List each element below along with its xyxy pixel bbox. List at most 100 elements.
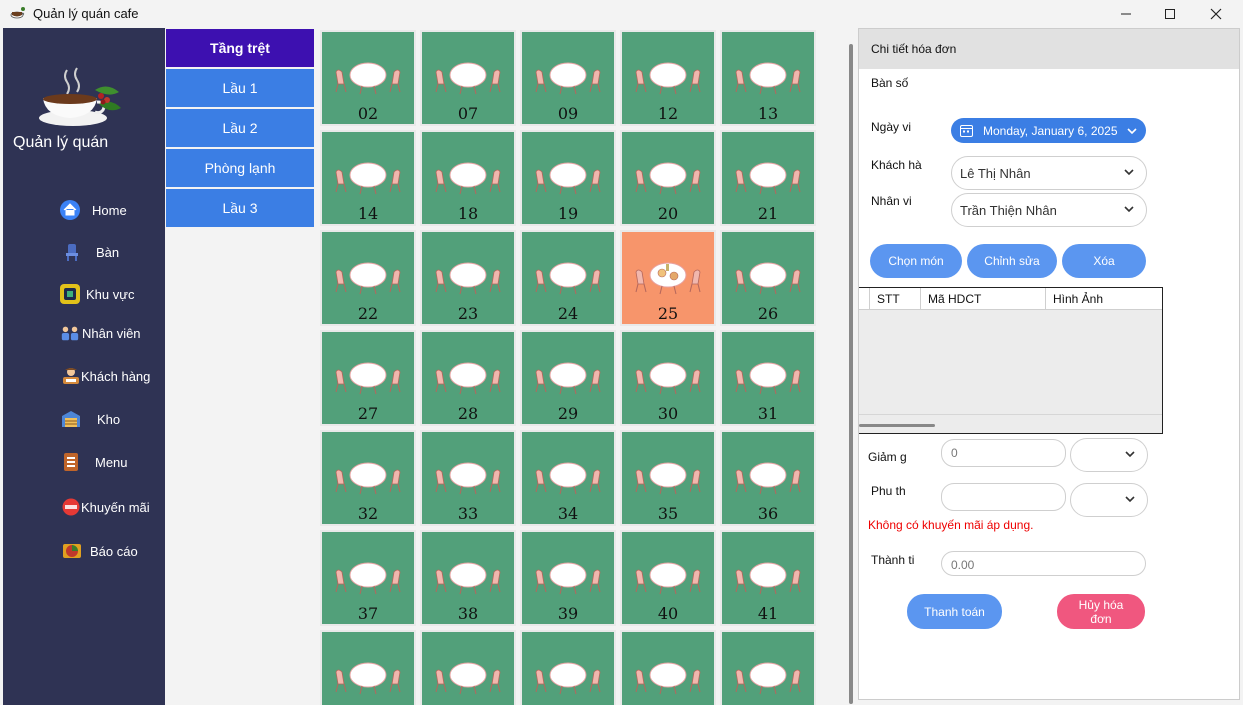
surcharge-type-select[interactable] [1070,483,1148,517]
coffee-logo-icon [39,67,121,126]
floor-lau-2[interactable]: Lầu 2 [166,109,314,147]
floor-lau-3[interactable]: Lầu 3 [166,189,314,227]
table-cell[interactable] [420,630,516,705]
pay-button[interactable]: Thanh toán [907,594,1002,629]
date-value: Monday, January 6, 2025 [983,124,1118,138]
table-number: 31 [757,404,779,423]
table-cell[interactable]: 20 [620,130,716,226]
dining-table-icon [432,658,504,698]
table-icon [62,242,82,262]
table-cell[interactable]: 39 [520,530,616,626]
invoice-detail-table[interactable]: STT Mã HDCT Hình Ảnh [859,287,1163,434]
table-cell[interactable]: 19 [520,130,616,226]
table-cell[interactable]: 37 [320,530,416,626]
date-picker[interactable]: Monday, January 6, 2025 [951,118,1146,143]
table-header: STT Mã HDCT Hình Ảnh [859,288,1162,310]
total-input[interactable]: 0.00 [941,551,1146,576]
dining-table-icon [332,658,404,698]
discount-type-select[interactable] [1070,438,1148,472]
table-cell[interactable]: 40 [620,530,716,626]
table-cell[interactable]: 14 [320,130,416,226]
window-title: Quản lý quán cafe [33,6,139,21]
table-cell[interactable]: 21 [720,130,816,226]
table-cell[interactable] [520,630,616,705]
table-number: 38 [457,604,479,623]
minimize-icon [1121,13,1131,15]
column-divider [920,288,921,310]
table-cell[interactable]: 12 [620,30,716,126]
table-cell[interactable]: 09 [520,30,616,126]
customer-select[interactable]: Lê Thị Nhân [951,156,1147,190]
nav-report[interactable]: Báo cáo [3,535,165,567]
nav-table-label: Bàn [96,244,120,260]
column-hinh-anh[interactable]: Hình Ảnh [1053,292,1103,306]
brand-name: Quản lý quán [13,134,109,151]
total-value: 0.00 [951,558,975,572]
table-cell[interactable]: 29 [520,330,616,426]
chevron-down-icon [1124,206,1134,213]
nav-home[interactable]: Home [3,194,165,226]
table-number: 25 [657,304,679,323]
table-horizontal-scrollbar[interactable] [859,424,935,427]
column-stt[interactable]: STT [877,292,900,306]
cancel-invoice-button[interactable]: Hủy hóa đơn [1057,594,1145,629]
table-cell[interactable]: 27 [320,330,416,426]
table-number: 39 [557,604,579,623]
column-ma-hdct[interactable]: Mã HDCT [928,292,981,306]
dining-table-icon [432,358,504,398]
table-cell[interactable]: 30 [620,330,716,426]
table-cell[interactable] [720,630,816,705]
table-cell[interactable]: 31 [720,330,816,426]
staff-select[interactable]: Trần Thiện Nhân [951,193,1147,227]
edit-button[interactable]: Chỉnh sửa [967,244,1057,278]
table-number: 36 [757,504,779,523]
nav-staff[interactable]: Nhân viên [3,317,165,349]
nav-table[interactable]: Bàn [3,236,165,268]
staff-label: Nhân vi [871,194,912,208]
dining-table-icon [332,358,404,398]
table-cell[interactable]: 38 [420,530,516,626]
table-cell[interactable]: 24 [520,230,616,326]
table-cell[interactable]: 13 [720,30,816,126]
table-number: 28 [457,404,479,423]
area-icon [60,284,80,304]
table-cell[interactable] [620,630,716,705]
floor-lau-1[interactable]: Lầu 1 [166,69,314,107]
table-number: 23 [457,304,479,323]
table-cell[interactable]: 36 [720,430,816,526]
table-cell[interactable]: 26 [720,230,816,326]
table-cell[interactable] [320,630,416,705]
close-button[interactable] [1193,0,1239,28]
choose-dish-button[interactable]: Chọn món [870,244,962,278]
floor-tang-tret[interactable]: Tầng trệt [166,29,314,67]
surcharge-input[interactable] [941,483,1066,511]
table-cell[interactable]: 18 [420,130,516,226]
nav-promotion[interactable]: Khuyến mãi [3,491,165,523]
nav-warehouse[interactable]: Kho [3,403,165,435]
table-cell[interactable]: 28 [420,330,516,426]
table-number: 12 [657,104,679,123]
table-number: 24 [557,304,579,323]
table-cell[interactable]: 22 [320,230,416,326]
table-cell[interactable]: 33 [420,430,516,526]
floor-phong-lanh[interactable]: Phòng lạnh [166,149,314,187]
table-cell[interactable]: 02 [320,30,416,126]
delete-button[interactable]: Xóa [1062,244,1146,278]
table-cell[interactable]: 34 [520,430,616,526]
table-cell[interactable]: 41 [720,530,816,626]
nav-menu[interactable]: Menu [3,446,165,478]
maximize-button[interactable] [1147,0,1193,28]
table-cell[interactable]: 32 [320,430,416,526]
grid-scrollbar[interactable] [849,44,853,704]
table-number: 20 [657,204,679,223]
nav-area[interactable]: Khu vực [3,278,165,310]
table-cell[interactable]: 07 [420,30,516,126]
table-cell[interactable]: 35 [620,430,716,526]
table-cell[interactable]: 25 [620,230,716,326]
discount-input[interactable]: 0 [941,439,1066,467]
minimize-button[interactable] [1103,0,1149,28]
table-number: 37 [357,604,379,623]
nav-customer[interactable]: Khách hàng [3,360,165,392]
staff-value: Trần Thiện Nhân [960,203,1057,218]
table-cell[interactable]: 23 [420,230,516,326]
